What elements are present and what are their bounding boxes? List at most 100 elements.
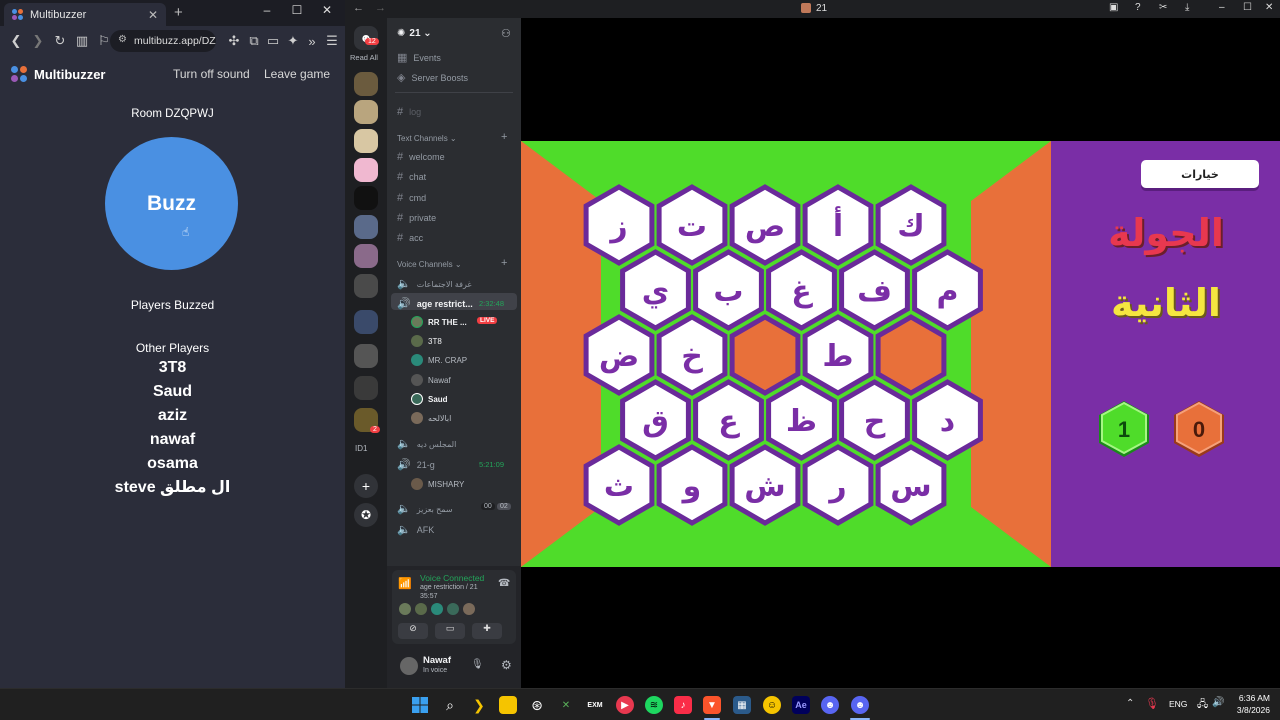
volume-icon[interactable]: 🔊	[1212, 697, 1224, 708]
user-name[interactable]: Nawaf	[423, 655, 451, 666]
clock-time[interactable]: 6:36 AM	[1230, 693, 1270, 703]
server-folder[interactable]	[354, 274, 378, 298]
voice-user[interactable]: ابالالحه	[411, 412, 451, 424]
forward-icon[interactable]: ❯	[28, 33, 48, 49]
forward-arrow-icon[interactable]: →	[375, 2, 386, 14]
sidebar-toggle-icon[interactable]: ▥	[72, 33, 92, 49]
site-info-icon[interactable]: ⚙	[118, 34, 127, 45]
discord-icon[interactable]: ☻	[821, 696, 839, 714]
chatgpt-icon[interactable]: ⊛	[528, 696, 546, 714]
read-all-button[interactable]: Read All	[350, 53, 378, 62]
server-avatar[interactable]	[354, 129, 378, 153]
hex-cell-empty[interactable]	[729, 314, 801, 396]
download-icon[interactable]: ⤓	[1185, 2, 1189, 13]
voice-user[interactable]: MR. CRAP	[411, 354, 467, 366]
server-folder[interactable]	[354, 310, 378, 334]
wallet-icon[interactable]: ▭	[263, 33, 283, 49]
windows-start-icon[interactable]	[411, 696, 429, 714]
add-channel-icon[interactable]: +	[501, 131, 507, 143]
voice-channel-21g[interactable]: 🔊 21-g	[397, 458, 435, 471]
events-item[interactable]: ▦ Events	[397, 51, 441, 64]
voice-connected-channel[interactable]: age restriction / 21	[420, 584, 478, 591]
exm-app-icon[interactable]: EXM	[586, 696, 604, 714]
voice-channel[interactable]: 🔈 غرفة الاجتماعات	[397, 277, 472, 290]
server-avatar[interactable]	[354, 186, 378, 210]
close-window-icon[interactable]: ✕	[318, 3, 336, 17]
minimize-icon[interactable]: –	[258, 3, 276, 17]
invite-icon[interactable]: ⚇	[501, 27, 511, 40]
after-effects-icon[interactable]: Ae	[792, 696, 810, 714]
server-avatar[interactable]	[354, 72, 378, 96]
help-icon[interactable]: ?	[1135, 2, 1141, 13]
server-avatar[interactable]	[354, 215, 378, 239]
reload-icon[interactable]: ↻	[50, 33, 70, 49]
hex-cell-empty[interactable]	[875, 314, 947, 396]
turn-off-sound-link[interactable]: Turn off sound	[173, 67, 250, 81]
close-tab-icon[interactable]: ✕	[148, 8, 158, 22]
server-folder[interactable]	[354, 344, 378, 368]
hex-board[interactable]: ز ت ص أ ك ي ب غ ف م ض خ ط ق ع ظ ح د ث و ش ر س	[521, 141, 1051, 567]
brand[interactable]: Multibuzzer	[11, 66, 106, 83]
explore-icon[interactable]: ✪	[354, 503, 378, 527]
discord-icon[interactable]: ☻	[851, 696, 869, 714]
tab-multibuzzer[interactable]: Multibuzzer ✕	[4, 3, 166, 26]
brave-icon[interactable]: ▼	[703, 696, 721, 714]
voice-channel-afk[interactable]: 🔈 AFK	[397, 523, 434, 536]
voice-channel-active[interactable]: 🔊 age restrict...	[397, 297, 473, 310]
server-label[interactable]: ID1	[355, 444, 367, 453]
add-server-icon[interactable]: +	[354, 474, 378, 498]
voice-user[interactable]: Saud	[411, 393, 448, 405]
maximize-icon[interactable]: ☐	[1243, 2, 1252, 13]
channel-acc[interactable]: # acc	[397, 232, 423, 244]
voice-channels-category[interactable]: Voice Channels ⌄	[397, 260, 462, 269]
language-indicator[interactable]: ENG	[1169, 699, 1187, 709]
address-bar[interactable]: ⚙ multibuzz.app/DZQPWJ	[110, 30, 216, 52]
channel-chat[interactable]: # chat	[397, 171, 426, 183]
buzz-button[interactable]: Buzz	[105, 137, 238, 270]
channel-welcome[interactable]: # welcome	[397, 151, 445, 163]
voice-user[interactable]: 3T8	[411, 335, 442, 347]
voice-user[interactable]: MISHARY	[411, 478, 464, 490]
spotify-icon[interactable]: ≋	[645, 696, 663, 714]
more-icon[interactable]: »	[302, 34, 322, 49]
inbox-icon[interactable]: ▣	[1109, 2, 1118, 13]
channel-private[interactable]: # private	[397, 212, 436, 224]
excel-icon[interactable]: ✕	[557, 696, 575, 714]
channel-log[interactable]: # log	[397, 106, 421, 118]
microphone-icon[interactable]: 🎙	[471, 659, 484, 670]
settings-icon[interactable]: ⚙	[501, 658, 512, 672]
apple-music-icon[interactable]: ♪	[674, 696, 692, 714]
choices-button[interactable]: خيارات	[1141, 160, 1259, 188]
minimize-icon[interactable]: –	[1219, 2, 1225, 13]
channel-cmd[interactable]: # cmd	[397, 192, 426, 204]
disconnect-icon[interactable]: ☎	[498, 578, 510, 589]
voice-user[interactable]: Nawaf	[411, 374, 451, 386]
media-player-icon[interactable]: ▶	[616, 696, 634, 714]
leave-game-link[interactable]: Leave game	[264, 67, 330, 81]
search-icon[interactable]: ⌕	[441, 696, 459, 714]
clock-date[interactable]: 3/8/2026	[1230, 705, 1270, 715]
server-avatar[interactable]	[354, 158, 378, 182]
microphone-in-use-icon[interactable]: 🎙	[1145, 697, 1159, 710]
voice-channel[interactable]: 🔈 سمح بعزيز	[397, 502, 453, 515]
extension-icon[interactable]: ✣	[224, 33, 244, 49]
back-icon[interactable]: ❮	[6, 33, 26, 49]
tray-chevron-icon[interactable]: ⌃	[1126, 698, 1134, 709]
server-avatar[interactable]	[354, 244, 378, 268]
server-folder[interactable]	[354, 376, 378, 400]
close-window-icon[interactable]: ✕	[1265, 2, 1273, 13]
new-tab-icon[interactable]: +	[174, 4, 183, 21]
menu-icon[interactable]: ☰	[322, 33, 342, 49]
server-boosts-item[interactable]: ◈ Server Boosts	[397, 71, 468, 84]
share-icon[interactable]: ⧉	[244, 33, 264, 49]
calculator-icon[interactable]: ▦	[733, 696, 751, 714]
server-header[interactable]: ✺ 21 ⌄	[397, 28, 432, 39]
maximize-icon[interactable]: ☐	[288, 3, 306, 17]
text-channels-category[interactable]: Text Channels ⌄	[397, 134, 457, 143]
user-avatar[interactable]	[400, 657, 418, 675]
back-arrow-icon[interactable]: ←	[353, 2, 364, 14]
activities-icon[interactable]: ✚	[472, 623, 502, 639]
file-explorer-icon[interactable]	[499, 696, 517, 714]
network-icon[interactable]: 🖧	[1197, 697, 1208, 714]
voice-channel[interactable]: 🔈 المجلس ديه	[397, 437, 456, 450]
